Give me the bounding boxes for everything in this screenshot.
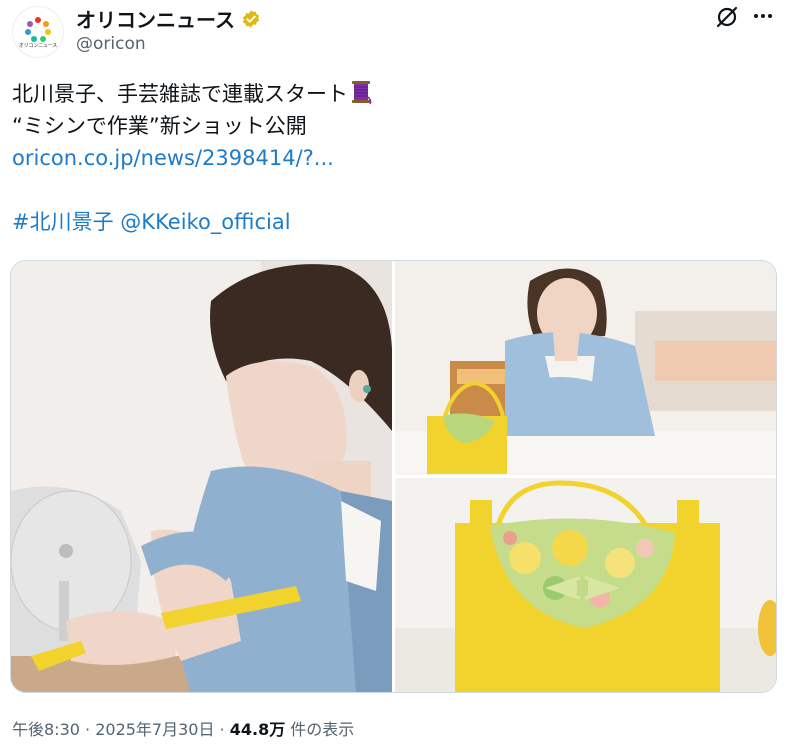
account-handle[interactable]: @oricon (76, 34, 146, 54)
tweet-headline: 北川景子、手芸雑誌で連載スタート (12, 82, 348, 106)
hashtag-link[interactable]: #北川景子 (12, 210, 114, 234)
media-grid (10, 260, 777, 693)
dot (768, 14, 772, 18)
photo-sewing[interactable] (11, 261, 392, 692)
photo-portrait[interactable] (395, 261, 776, 475)
verified-badge-icon (242, 9, 260, 28)
more-dots-icon[interactable] (750, 6, 776, 26)
tweet-time[interactable]: 午後8:30 (12, 720, 80, 739)
tweet-text: 北川景子、手芸雑誌で連載スタート “ミシンで作業”新ショット公開 oricon.… (12, 78, 772, 238)
oricon-logo-icon (25, 16, 51, 42)
account-name-row: オリコンニュース (76, 4, 261, 33)
photo-bag[interactable] (395, 478, 776, 692)
account-name[interactable]: オリコンニュース (76, 4, 235, 33)
mention-link[interactable]: @KKeiko_official (120, 210, 290, 234)
separator: · (214, 720, 230, 739)
avatar-label: オリコンニュース (18, 42, 58, 49)
view-label: 件の表示 (285, 720, 355, 739)
separator: · (79, 720, 96, 739)
tweet-meta: 午後8:30 · 2025年7月30日 · 44.8万 件の表示 (12, 716, 354, 740)
dot (761, 14, 765, 18)
thread-spool-icon (352, 81, 372, 105)
grok-icon[interactable] (714, 4, 740, 30)
tweet-line-2: “ミシンで作業”新ショット公開 (12, 114, 307, 138)
tweet-line-1: 北川景子、手芸雑誌で連載スタート (12, 78, 772, 110)
article-link[interactable]: oricon.co.jp/news/2398414/?... (12, 146, 334, 170)
tweet-date[interactable]: 2025年7月30日 (95, 720, 214, 739)
view-count[interactable]: 44.8万 (230, 720, 285, 739)
avatar[interactable]: オリコンニュース (12, 6, 64, 58)
dot (754, 14, 758, 18)
